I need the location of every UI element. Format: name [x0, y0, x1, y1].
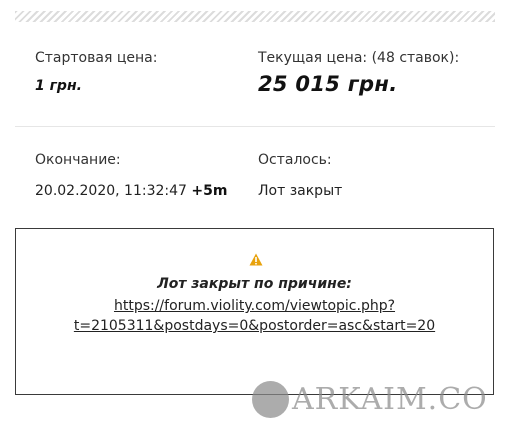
remaining-block: Осталось: Лот закрыт: [258, 152, 342, 199]
closed-reason-link-line2[interactable]: t=2105311&postdays=0&postorder=asc&start…: [16, 316, 493, 336]
current-price-block: Текущая цена: (48 ставок): 25 015 грн.: [258, 50, 459, 96]
closed-reason-title: Лот закрыт по причине:: [157, 276, 352, 292]
watermark-text: ARKAIM.CO: [292, 382, 488, 417]
watermark-logo: ARKAIM.CO: [252, 380, 502, 420]
time-extension-badge: +5m: [191, 183, 228, 199]
start-price-label: Стартовая цена:: [35, 50, 158, 66]
end-time-value: 20.02.2020, 11:32:47 +5m: [35, 183, 227, 199]
current-price-value: 25 015 грн.: [258, 72, 398, 96]
section-divider: [15, 126, 495, 127]
remaining-label: Осталось:: [258, 152, 332, 168]
start-price-block: Стартовая цена: 1 грн.: [35, 50, 157, 94]
closed-reason-link-line1[interactable]: https://forum.violity.com/viewtopic.php?: [16, 296, 493, 316]
closed-reason-link[interactable]: https://forum.violity.com/viewtopic.php?…: [16, 296, 493, 336]
end-time-label: Окончание:: [35, 152, 121, 168]
current-price-label: Текущая цена: (48 ставок):: [258, 50, 460, 66]
decorative-stripe-bar: [15, 11, 495, 22]
warning-icon: [249, 253, 263, 266]
end-datetime: 20.02.2020, 11:32:47: [35, 183, 187, 199]
end-time-block: Окончание: 20.02.2020, 11:32:47 +5m: [35, 152, 227, 199]
lot-closed-notice: Лот закрыт по причине: https://forum.vio…: [15, 228, 494, 395]
watermark-circle-icon: [252, 381, 289, 418]
start-price-value: 1 грн.: [35, 78, 82, 94]
remaining-value: Лот закрыт: [258, 183, 343, 199]
